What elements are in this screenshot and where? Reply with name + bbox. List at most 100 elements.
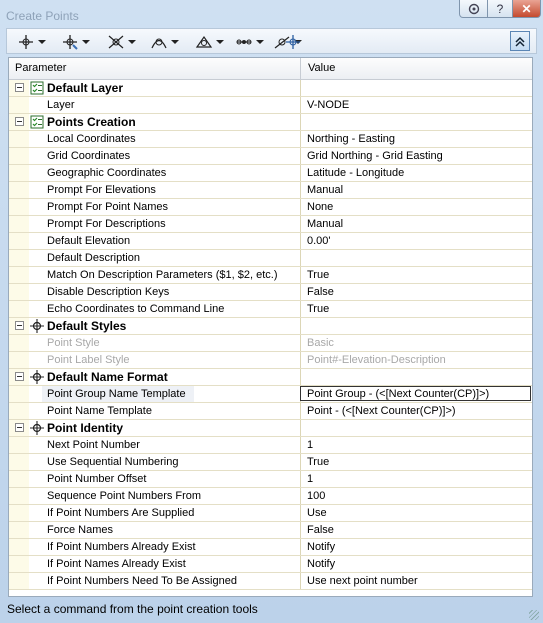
value-field[interactable]: Point - (<[Next Counter(CP)]>): [307, 405, 456, 417]
value-field[interactable]: True: [307, 303, 329, 315]
tool-surface[interactable]: [195, 32, 224, 51]
target-icon: [30, 421, 44, 438]
property-row[interactable]: Local Coordinates Northing - Easting: [9, 131, 532, 148]
row-gutter: [9, 556, 29, 572]
help-button[interactable]: ?: [487, 0, 513, 18]
collapse-toggle-icon[interactable]: [15, 83, 24, 92]
property-row[interactable]: Grid Coordinates Grid Northing - Grid Eas…: [9, 148, 532, 165]
value-field[interactable]: Northing - Easting: [307, 133, 395, 145]
value-field[interactable]: False: [307, 286, 334, 298]
value-field[interactable]: None: [307, 201, 333, 213]
value-field[interactable]: 1: [307, 439, 313, 451]
value-field[interactable]: Use next point number: [307, 575, 418, 587]
value-field[interactable]: 1: [307, 473, 313, 485]
row-gutter: [9, 301, 29, 317]
category-row[interactable]: Default Styles: [9, 318, 532, 335]
tool-alignment[interactable]: [150, 32, 179, 51]
parameter-label: Default Description: [47, 252, 140, 264]
row-gutter: [9, 352, 29, 368]
value-field[interactable]: Grid Northing - Grid Easting: [307, 150, 443, 162]
close-button[interactable]: ✕: [512, 0, 541, 18]
value-field[interactable]: 100: [307, 490, 325, 502]
property-row[interactable]: Default Elevation 0.00': [9, 233, 532, 250]
parameter-label: Default Name Format: [47, 370, 168, 384]
value-field[interactable]: Use: [307, 507, 327, 519]
value-field[interactable]: Latitude - Longitude: [307, 167, 404, 179]
collapse-toggle-icon[interactable]: [15, 117, 24, 126]
value-field[interactable]: Notify: [307, 558, 335, 570]
value-field[interactable]: Basic: [307, 337, 334, 349]
property-row[interactable]: Next Point Number 1: [9, 437, 532, 454]
parameter-label: Local Coordinates: [47, 133, 136, 145]
property-row[interactable]: Point Label Style Point#-Elevation-Descri…: [9, 352, 532, 369]
property-row[interactable]: Point Style Basic: [9, 335, 532, 352]
row-gutter: [9, 216, 29, 232]
property-row[interactable]: If Point Numbers Are Supplied Use: [9, 505, 532, 522]
property-row[interactable]: Default Description: [9, 250, 532, 267]
property-row[interactable]: Disable Description Keys False: [9, 284, 532, 301]
collapse-toggle-icon[interactable]: [15, 321, 24, 330]
parameter-label: If Point Names Already Exist: [47, 558, 186, 570]
collapse-toolbar-button[interactable]: [510, 31, 530, 51]
property-row[interactable]: Prompt For Elevations Manual: [9, 182, 532, 199]
category-row[interactable]: Point Identity: [9, 420, 532, 437]
value-field[interactable]: False: [307, 524, 334, 536]
property-row[interactable]: Geographic Coordinates Latitude - Longitu…: [9, 165, 532, 182]
row-gutter: [9, 386, 29, 402]
close-icon: ✕: [521, 1, 532, 16]
property-row[interactable]: Prompt For Point Names None: [9, 199, 532, 216]
property-row[interactable]: Match On Description Parameters ($1, $2,…: [9, 267, 532, 284]
parameter-label: Point Name Template: [47, 405, 152, 417]
collapse-toggle-icon[interactable]: [15, 423, 24, 432]
property-row[interactable]: Echo Coordinates to Command Line True: [9, 301, 532, 318]
property-row[interactable]: Point Name Template Point - (<[Next Count…: [9, 403, 532, 420]
tool-intersection[interactable]: [107, 32, 136, 51]
property-row[interactable]: Force Names False: [9, 522, 532, 539]
parameter-label: Prompt For Point Names: [47, 201, 169, 213]
parameter-column-header[interactable]: Parameter: [15, 62, 66, 74]
tool-import-points[interactable]: [284, 32, 302, 51]
parameter-label: Point Identity: [47, 421, 123, 435]
category-row[interactable]: Default Layer: [9, 80, 532, 97]
category-row[interactable]: Points Creation: [9, 114, 532, 131]
value-field[interactable]: Manual: [307, 184, 343, 196]
property-row[interactable]: Use Sequential Numbering True: [9, 454, 532, 471]
autohide-icon: [468, 3, 479, 14]
value-field[interactable]: Manual: [307, 218, 343, 230]
chevron-up-icon: [515, 36, 525, 47]
value-column-header[interactable]: Value: [308, 62, 335, 74]
property-row[interactable]: If Point Numbers Need To Be Assigned Use …: [9, 573, 532, 590]
resize-grip-icon[interactable]: [529, 610, 539, 620]
collapse-toggle-icon[interactable]: [15, 372, 24, 381]
row-gutter: [9, 522, 29, 538]
row-gutter: [9, 403, 29, 419]
parameter-label: Geographic Coordinates: [47, 167, 167, 179]
parameter-label: Point Group Name Template: [47, 388, 186, 400]
tool-point-creation[interactable]: [17, 32, 46, 51]
value-field[interactable]: V-NODE: [307, 99, 349, 111]
row-gutter: [9, 454, 29, 470]
property-row[interactable]: Point Number Offset 1: [9, 471, 532, 488]
value-field[interactable]: Notify: [307, 541, 335, 553]
property-row[interactable]: If Point Numbers Already Exist Notify: [9, 539, 532, 556]
property-row[interactable]: Sequence Point Numbers From 100: [9, 488, 532, 505]
tool-interpolate[interactable]: [235, 32, 264, 51]
checklist-icon: [30, 115, 44, 132]
parameter-label: Sequence Point Numbers From: [47, 490, 202, 502]
value-field[interactable]: 0.00': [307, 235, 331, 247]
parameter-label: Points Creation: [47, 115, 136, 129]
row-gutter: [9, 131, 29, 147]
checklist-icon: [30, 81, 44, 98]
value-field[interactable]: Point#-Elevation-Description: [307, 354, 446, 366]
status-bar: Select a command from the point creation…: [0, 599, 543, 623]
property-row[interactable]: Point Group Name Template Point Group - (…: [9, 386, 532, 403]
value-field[interactable]: True: [307, 456, 329, 468]
category-row[interactable]: Default Name Format: [9, 369, 532, 386]
property-row[interactable]: If Point Names Already Exist Notify: [9, 556, 532, 573]
autohide-button[interactable]: [459, 0, 488, 18]
value-field-editing[interactable]: Point Group - (<[Next Counter(CP)]>): [300, 386, 531, 401]
tool-point-tools[interactable]: [61, 32, 90, 51]
property-row[interactable]: Prompt For Descriptions Manual: [9, 216, 532, 233]
property-row[interactable]: Layer V-NODE: [9, 97, 532, 114]
value-field[interactable]: True: [307, 269, 329, 281]
